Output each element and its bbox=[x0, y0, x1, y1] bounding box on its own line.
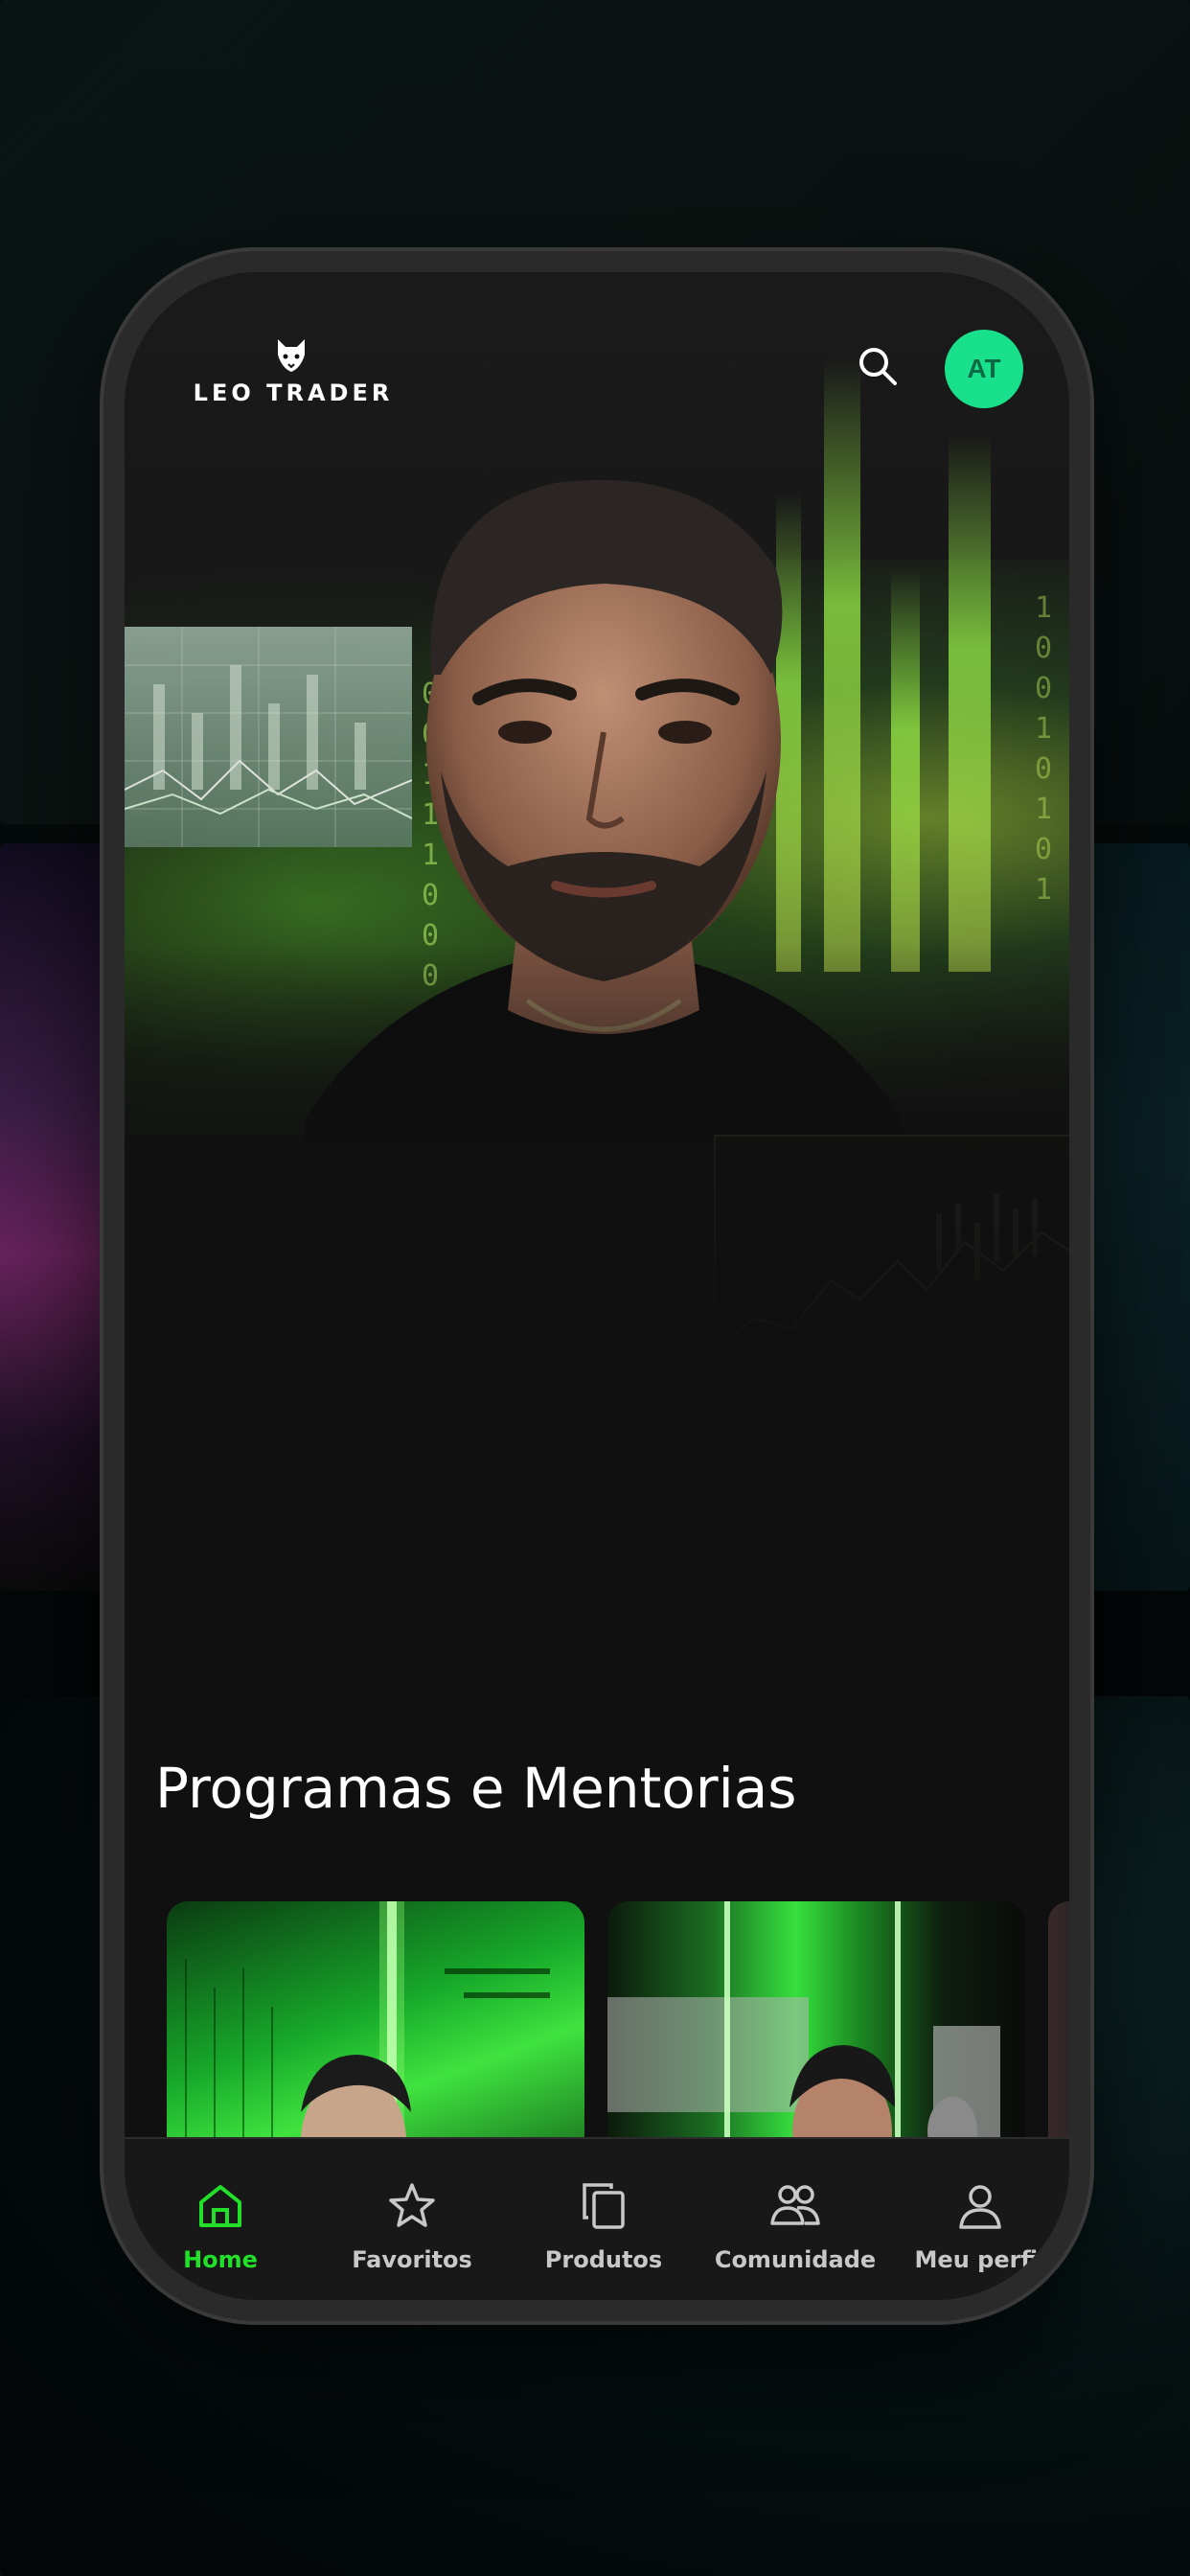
nav-label-home: Home bbox=[183, 2246, 258, 2273]
star-icon bbox=[389, 2183, 435, 2227]
nav-item-meu-perfil[interactable]: Meu perfil bbox=[891, 2139, 1069, 2300]
hero-light-bar bbox=[949, 435, 991, 972]
phone-frame: 0 0 1 1 1 0 0 0 1 1 0 1 0 0 1 0 1 0 1 bbox=[103, 251, 1090, 2321]
bottom-navigation: Home Favoritos Produtos Comunidade Meu p… bbox=[125, 2137, 1069, 2300]
nav-label-favoritos: Favoritos bbox=[352, 2246, 472, 2273]
wolf-icon bbox=[278, 339, 305, 372]
nav-label-comunidade: Comunidade bbox=[714, 2246, 877, 2273]
binary-code-right: 1 0 0 1 0 1 0 1 bbox=[1035, 591, 1053, 907]
nav-item-home[interactable]: Home bbox=[125, 2139, 316, 2300]
avatar[interactable]: AT bbox=[945, 330, 1023, 408]
app-screen: 0 0 1 1 1 0 0 0 1 1 0 1 0 0 1 0 1 0 1 bbox=[125, 272, 1069, 2300]
user-icon bbox=[959, 2185, 1001, 2229]
home-icon bbox=[199, 2185, 241, 2227]
people-icon bbox=[770, 2185, 820, 2225]
nav-label-produtos: Produtos bbox=[544, 2246, 663, 2273]
search-button[interactable] bbox=[849, 337, 906, 395]
hero-fade bbox=[125, 943, 1069, 1374]
section-title: Programas e Mentorias bbox=[155, 1756, 797, 1821]
hero-banner[interactable]: 0 0 1 1 1 0 0 0 1 1 0 1 0 0 1 0 1 0 1 bbox=[125, 272, 1069, 1374]
search-icon bbox=[859, 348, 897, 385]
copy-icon bbox=[583, 2183, 625, 2229]
nav-item-favoritos[interactable]: Favoritos bbox=[316, 2139, 508, 2300]
nav-item-produtos[interactable]: Produtos bbox=[508, 2139, 699, 2300]
nav-label-meu-perfil: Meu perfil bbox=[914, 2246, 1046, 2273]
brand-logo[interactable]: LEO TRADER bbox=[169, 335, 418, 412]
nav-item-comunidade[interactable]: Comunidade bbox=[699, 2139, 891, 2300]
brand-name: LEO TRADER bbox=[193, 380, 394, 406]
